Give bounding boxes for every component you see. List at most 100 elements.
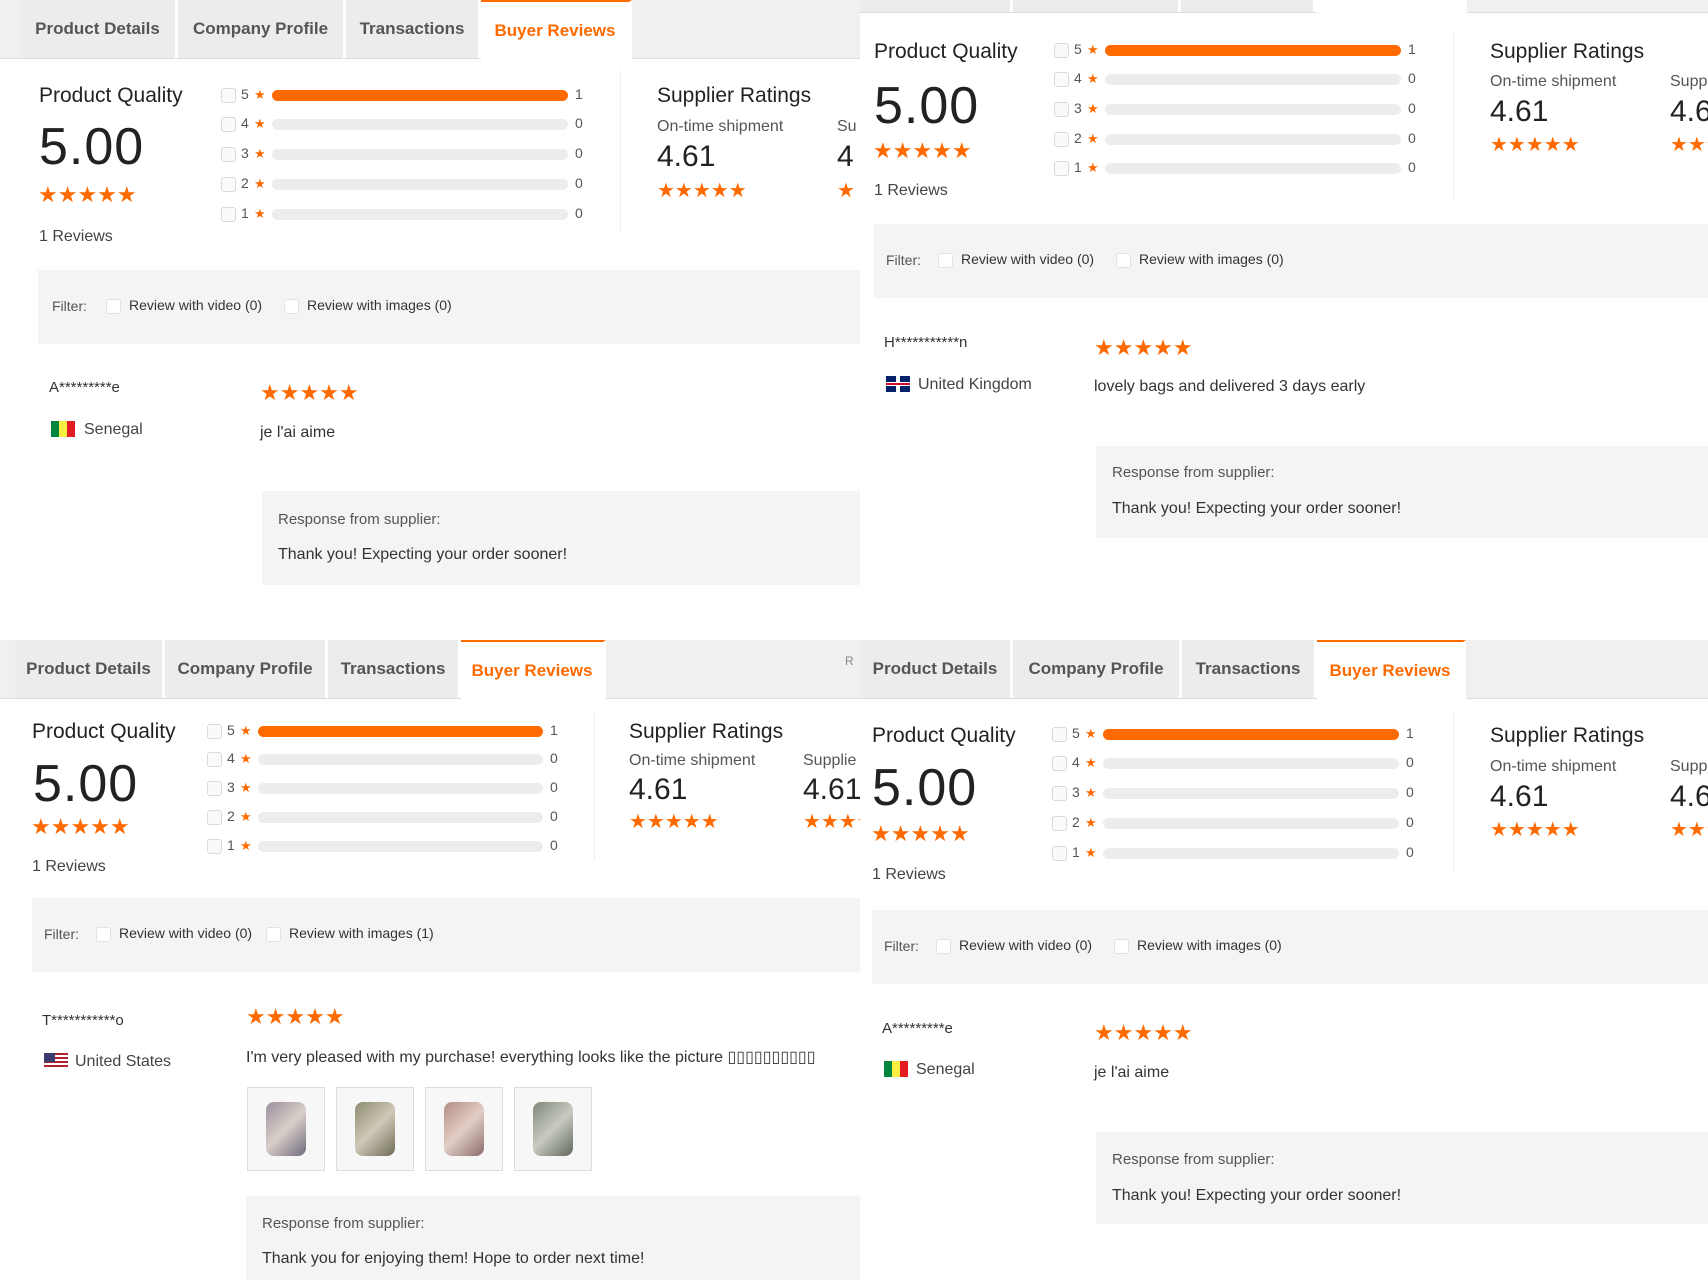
filter-3-star-checkbox[interactable] [207,781,222,796]
tab-company-profile[interactable]: Company Profile [1013,640,1182,698]
row-star-number: 1 [1072,844,1080,860]
images-checkbox[interactable] [1116,252,1131,268]
tab-product-details[interactable]: Product Details [20,0,178,58]
filter-1-star-checkbox[interactable] [221,207,236,222]
supplier-rating-label-cut: Supplie [803,752,857,769]
filter-5-star-checkbox[interactable] [207,724,222,739]
filter-images-option[interactable]: Review with images (0) [1114,937,1282,954]
filter-video-option[interactable]: Review with video (0) [96,925,252,942]
quality-score: 5.00 [872,759,978,817]
rating-bar-fill [1105,45,1401,56]
row-star-number: 4 [227,750,235,766]
quality-stars: ★★★★★ [871,821,970,846]
row-star-number: 3 [1074,100,1082,116]
tab-transactions[interactable]: Transactions [346,0,481,58]
filter-4-star-checkbox[interactable] [1052,756,1067,771]
filter-video-option[interactable]: Review with video (0) [106,297,262,314]
photo-1 [266,1102,306,1156]
rating-bar-2 [1103,818,1399,829]
tab-company-profile[interactable] [1013,0,1181,12]
filter-label: Filter: [44,926,79,942]
filter-1-star-checkbox[interactable] [1052,846,1067,861]
row-count: 0 [575,205,583,221]
filter-images-option[interactable]: Review with images (1) [266,925,434,942]
tab-buyer-reviews[interactable]: Buyer Reviews [1317,640,1466,700]
tab-buyer-reviews[interactable]: Buyer Reviews [481,0,632,60]
filter-2-star-checkbox[interactable] [207,810,222,825]
reviewer-name: H***********n [884,334,968,351]
row-star-number: 2 [241,175,249,191]
filter-1-star-checkbox[interactable] [1054,161,1069,176]
rating-bar-2 [272,179,568,190]
review-photo-thumbnail[interactable] [425,1087,503,1171]
review-photo-thumbnail[interactable] [514,1087,592,1171]
rating-bar-4 [1105,74,1401,85]
rating-bar-5 [272,90,568,101]
filter-bar: Filter: Review with video (0) Review wit… [32,898,860,972]
tab-bar [860,0,1708,14]
filter-3-star-checkbox[interactable] [1054,102,1069,117]
video-checkbox[interactable] [938,252,953,268]
tab-buyer-reviews[interactable] [1316,0,1467,14]
reviews-count: 1 Reviews [32,858,106,875]
filter-images-option[interactable]: Review with images (0) [1116,251,1284,268]
photo-2 [355,1102,395,1156]
filter-3-star-checkbox[interactable] [1052,786,1067,801]
review-panel-2: Product Quality 5.00 ★★★★★ 1 Reviews 5 ★… [860,0,1708,640]
filter-1-star-checkbox[interactable] [207,839,222,854]
filter-5-star-checkbox[interactable] [1052,727,1067,742]
star-icon: ★ [1085,755,1097,770]
video-checkbox[interactable] [96,926,111,942]
filter-video-option[interactable]: Review with video (0) [938,251,1094,268]
star-icon: ★ [254,176,266,191]
video-checkbox[interactable] [936,938,951,954]
ontime-stars: ★★★★★ [1490,819,1580,841]
filter-4-star-checkbox[interactable] [1054,72,1069,87]
ontime-shipment-label: On-time shipment [1490,73,1617,90]
tab-company-profile[interactable]: Company Profile [178,0,346,58]
row-count: 1 [575,86,583,102]
star-icon: ★ [254,116,266,131]
rating-bar-fill [272,90,568,101]
row-count: 0 [550,837,558,853]
review-photo-thumbnail[interactable] [247,1087,325,1171]
tab-transactions[interactable] [1181,0,1316,12]
ontime-shipment-value: 4.61 [657,140,716,173]
tab-product-details[interactable] [860,0,1013,12]
images-checkbox[interactable] [266,926,281,942]
review-photo-thumbnail[interactable] [336,1087,414,1171]
filter-2-star-checkbox[interactable] [221,177,236,192]
supplier-response: Response from supplier: Thank you! Expec… [262,491,860,585]
tab-transactions[interactable]: Transactions [1182,640,1317,698]
images-checkbox[interactable] [284,298,299,314]
star-icon: ★ [1085,815,1097,830]
filter-4-star-checkbox[interactable] [221,117,236,132]
tab-transactions[interactable]: Transactions [328,640,461,698]
video-checkbox[interactable] [106,298,121,314]
response-label: Response from supplier: [262,1215,425,1232]
review-text: je l'ai aime [1094,1064,1170,1081]
filter-5-star-checkbox[interactable] [221,88,236,103]
row-count: 1 [1406,725,1414,741]
filter-4-star-checkbox[interactable] [207,752,222,767]
tab-product-details[interactable]: Product Details [15,640,165,698]
supplier-response: Response from supplier: Thank you! Expec… [1096,446,1708,538]
rating-bar-fill [258,726,543,737]
tab-company-profile[interactable]: Company Profile [165,640,328,698]
tab-buyer-reviews[interactable]: Buyer Reviews [461,640,606,700]
cut-off-link: R [845,654,854,668]
review-text: lovely bags and delivered 3 days early [1094,378,1366,395]
filter-2-star-checkbox[interactable] [1052,816,1067,831]
filter-5-star-checkbox[interactable] [1054,43,1069,58]
filter-images-option[interactable]: Review with images (0) [284,297,452,314]
filter-3-star-checkbox[interactable] [221,147,236,162]
supplier-response: Response from supplier: Thank you for en… [246,1196,860,1280]
row-star-number: 5 [1074,41,1082,57]
tab-product-details[interactable]: Product Details [860,640,1013,698]
supplier-rating-value-cut: 4.61 [803,773,860,806]
filter-video-option[interactable]: Review with video (0) [936,937,1092,954]
summary-divider [1453,710,1454,870]
images-checkbox[interactable] [1114,938,1129,954]
review-panel-4: Product Details Company Profile Transact… [860,640,1708,1280]
filter-2-star-checkbox[interactable] [1054,132,1069,147]
